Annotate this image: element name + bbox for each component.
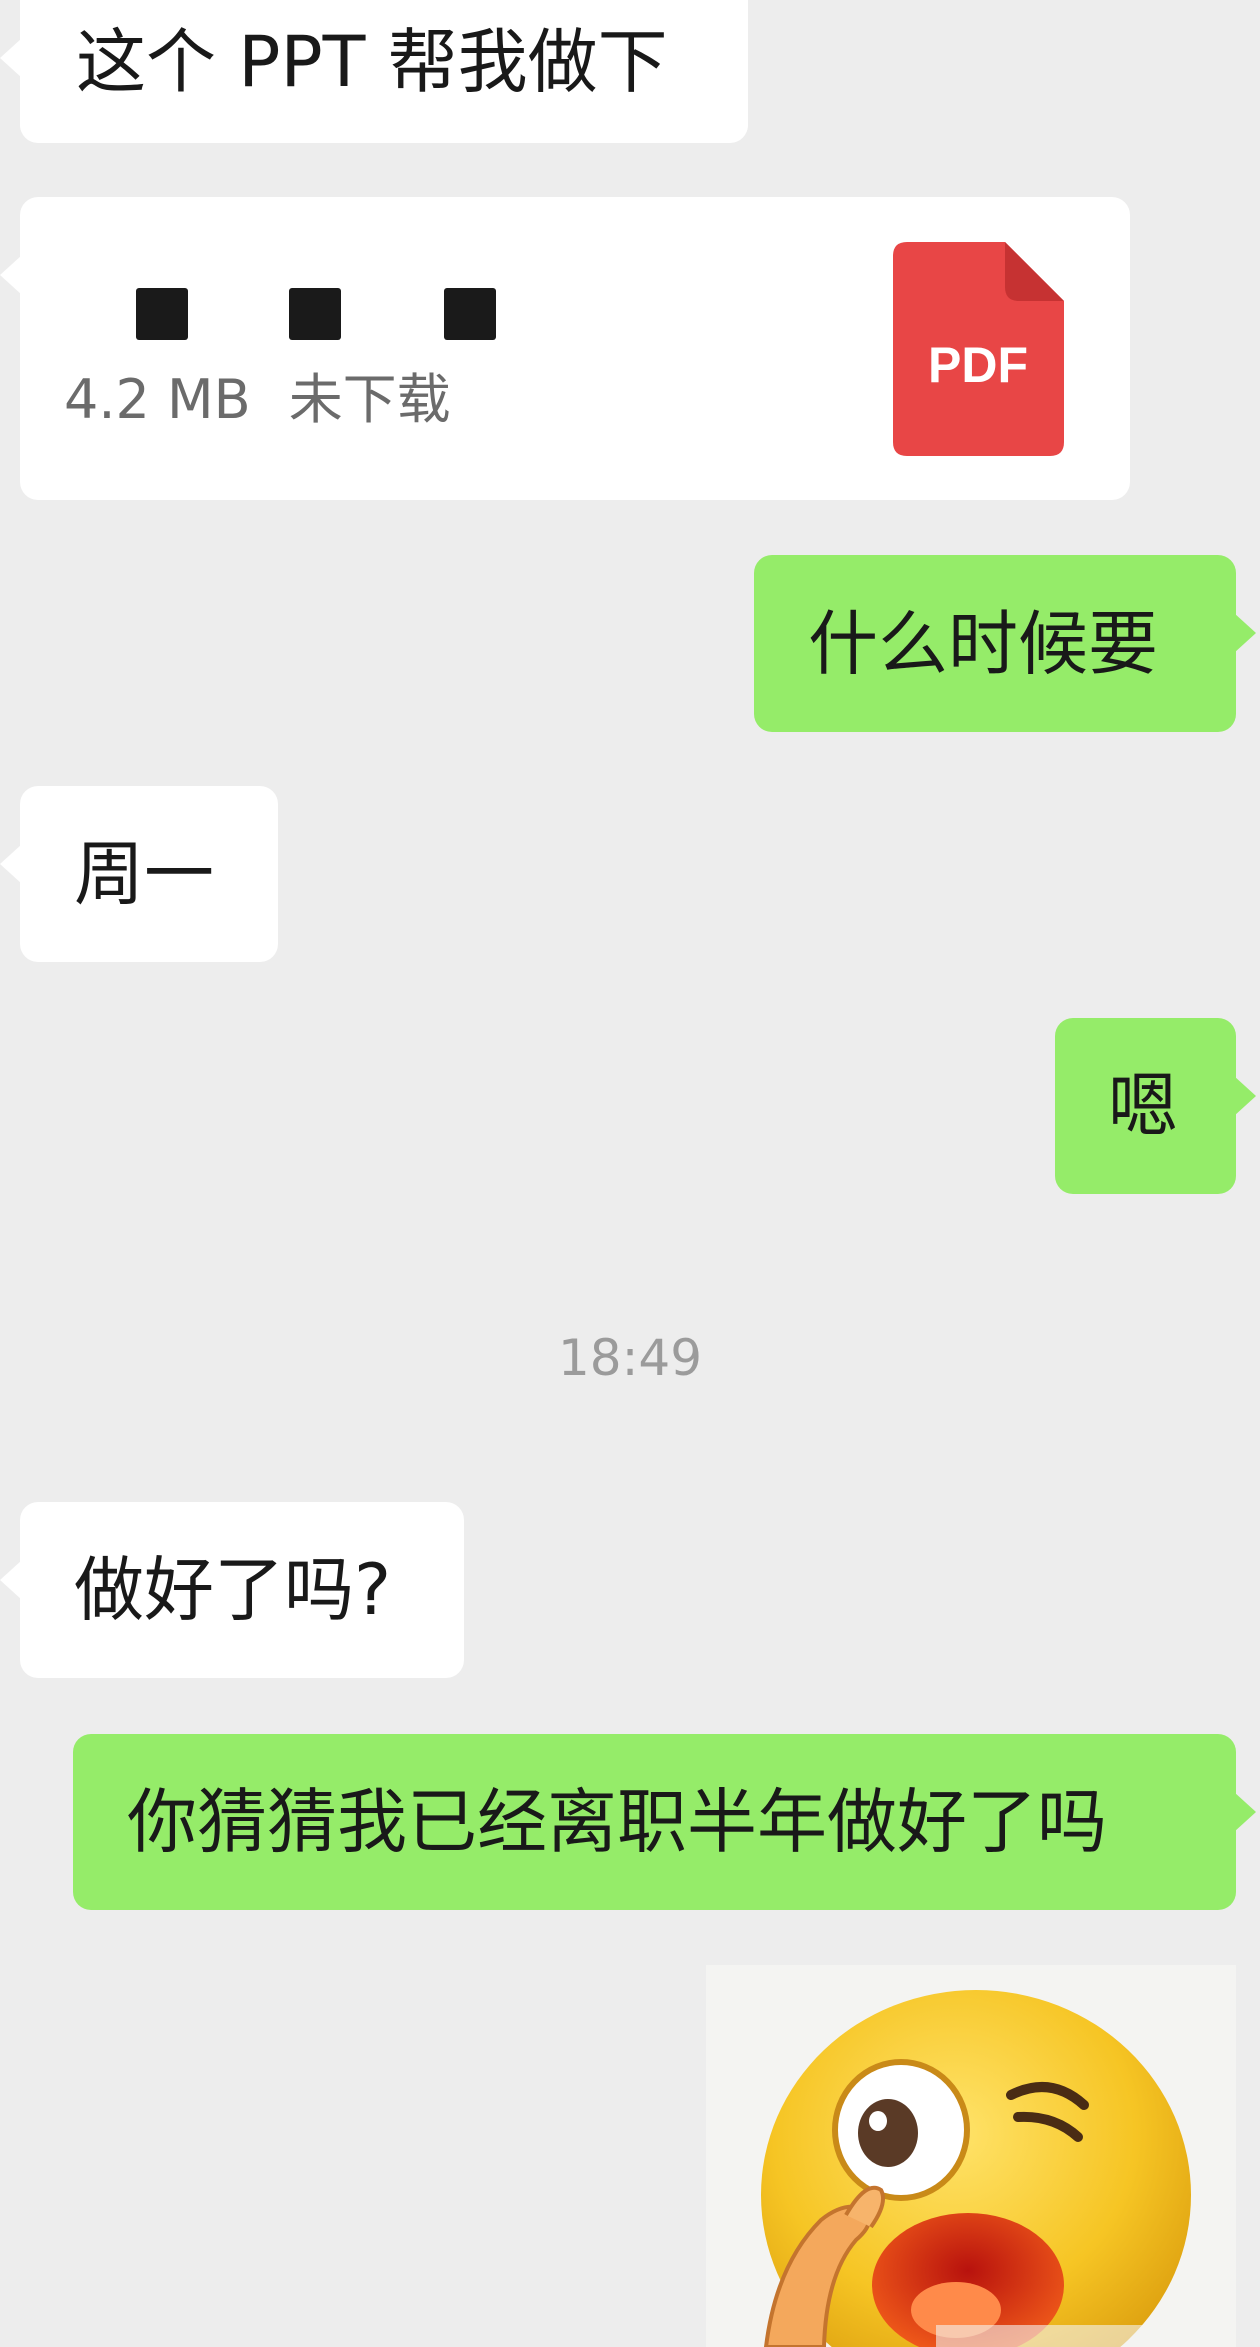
- message-text: 什么时候要: [808, 602, 1158, 685]
- message-text: 你猜猜我已经离职半年做好了吗: [127, 1781, 1107, 1863]
- message-bubble-incoming[interactable]: 周一: [0, 786, 278, 962]
- file-size: 4.2 MB: [64, 368, 251, 431]
- message-text: 嗯: [1108, 1065, 1178, 1147]
- redaction-block: [444, 288, 496, 340]
- winking-emoji-sticker[interactable]: [706, 1965, 1236, 2347]
- file-download-status: 未下载: [288, 368, 451, 431]
- chat-timestamp: 18:49: [557, 1329, 703, 1387]
- message-text: 周一: [74, 833, 214, 915]
- message-text: 这个 PPT 帮我做下: [76, 20, 668, 103]
- message-bubble-outgoing[interactable]: 什么时候要: [754, 555, 1256, 732]
- message-bubble-incoming[interactable]: 做好了吗?: [0, 1502, 464, 1678]
- message-bubble-outgoing[interactable]: 你猜猜我已经离职半年做好了吗: [73, 1734, 1256, 1910]
- message-bubble-outgoing[interactable]: 嗯: [1055, 1018, 1256, 1194]
- file-meta: 4.2 MB 未下载: [64, 373, 451, 427]
- redaction-block: [289, 288, 341, 340]
- message-bubble-incoming[interactable]: 这个 PPT 帮我做下: [0, 0, 748, 143]
- redaction-block: [136, 288, 188, 340]
- pdf-icon-label: PDF: [928, 337, 1028, 393]
- pdf-file-icon[interactable]: PDF: [893, 242, 1064, 456]
- message-text: 做好了吗?: [74, 1549, 392, 1631]
